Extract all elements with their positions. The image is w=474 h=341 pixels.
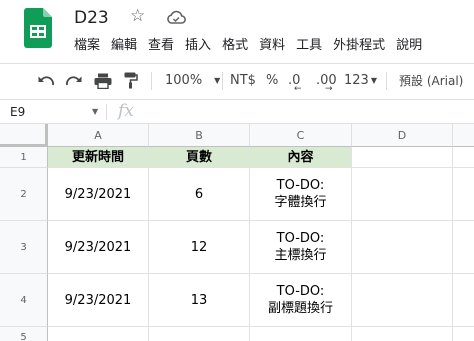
undo-button[interactable] (37, 64, 55, 97)
cell-d4[interactable] (352, 274, 453, 327)
column-header-e[interactable] (453, 124, 474, 147)
paint-format-icon (124, 72, 138, 89)
chevron-down-icon: ▼ (370, 76, 377, 85)
formula-bar-divider (106, 104, 107, 120)
font-select[interactable]: 預設 (Arial) (399, 64, 463, 97)
cell-a1[interactable]: 更新時間 (48, 147, 149, 168)
toolbar: 100% ▼ NT$ % .0 ← .00 → 123 ▼ 預設 (Arial) (0, 63, 474, 97)
cell-c5[interactable] (250, 327, 352, 341)
zoom-value: 100% (165, 73, 203, 88)
cell-c3[interactable]: TO-DO: 主標換行 (250, 221, 352, 274)
menu-insert[interactable]: 插入 (185, 38, 211, 54)
currency-format-button[interactable]: NT$ (230, 64, 256, 97)
paint-format-button[interactable] (124, 64, 138, 97)
row-header-4[interactable]: 4 (0, 274, 48, 327)
redo-button[interactable] (65, 64, 83, 97)
percent-format-button[interactable]: % (266, 64, 278, 97)
formula-bar: E9 ▼ fx (0, 99, 474, 124)
menu-bar: 檔案 編輯 查看 插入 格式 資料 工具 外掛程式 說明 (74, 38, 433, 54)
column-header-d[interactable]: D (352, 124, 453, 147)
select-all-corner[interactable] (0, 124, 48, 147)
toolbar-divider (386, 72, 387, 90)
chevron-down-icon[interactable]: ▼ (92, 107, 98, 116)
cell-a3[interactable]: 9/23/2021 (48, 221, 149, 274)
arrow-right-icon: → (325, 84, 333, 94)
toolbar-divider (222, 72, 223, 90)
cell-b1[interactable]: 頁數 (149, 147, 250, 168)
row-header-3[interactable]: 3 (0, 221, 48, 274)
cell-b5[interactable] (149, 327, 250, 341)
cell-a2[interactable]: 9/23/2021 (48, 168, 149, 221)
cell-e2[interactable] (453, 168, 474, 221)
menu-view[interactable]: 查看 (148, 38, 174, 54)
arrow-left-icon: ← (294, 84, 302, 94)
cell-d2[interactable] (352, 168, 453, 221)
decrease-decimal-button[interactable]: .0 ← (288, 64, 302, 97)
undo-icon (38, 75, 54, 85)
cell-c1[interactable]: 內容 (250, 147, 352, 168)
row-header-2[interactable]: 2 (0, 168, 48, 221)
cell-b3[interactable]: 12 (149, 221, 250, 274)
menu-format[interactable]: 格式 (222, 38, 248, 54)
document-title[interactable]: D23 (74, 8, 109, 28)
zoom-select[interactable]: 100% ▼ (165, 64, 220, 97)
cell-e4[interactable] (453, 274, 474, 327)
toolbar-divider (151, 72, 152, 90)
menu-edit[interactable]: 編輯 (111, 38, 137, 54)
menu-tools[interactable]: 工具 (296, 38, 322, 54)
cell-a4[interactable]: 9/23/2021 (48, 274, 149, 327)
chevron-down-icon: ▼ (214, 76, 221, 85)
increase-decimal-button[interactable]: .00 → (316, 64, 337, 97)
print-icon (94, 73, 112, 89)
fx-icon: fx (118, 101, 134, 121)
menu-help[interactable]: 說明 (396, 38, 422, 54)
column-header-b[interactable]: B (149, 124, 250, 147)
more-formats-button[interactable]: 123 ▼ (344, 64, 377, 97)
cell-c2[interactable]: TO-DO: 字體換行 (250, 168, 352, 221)
app-header: D23 ☆ 檔案 編輯 查看 插入 格式 資料 工具 外掛程式 說明 (0, 0, 474, 62)
cloud-status-icon[interactable] (166, 9, 186, 24)
more-formats-label: 123 (344, 73, 369, 88)
row-header-1[interactable]: 1 (0, 147, 48, 168)
menu-file[interactable]: 檔案 (74, 38, 100, 54)
cell-e1[interactable] (453, 147, 474, 168)
sheets-logo-icon[interactable] (24, 8, 52, 48)
cell-d3[interactable] (352, 221, 453, 274)
cell-b4[interactable]: 13 (149, 274, 250, 327)
cell-a5[interactable] (48, 327, 149, 341)
cell-e5[interactable] (453, 327, 474, 341)
cell-e3[interactable] (453, 221, 474, 274)
cell-c4[interactable]: TO-DO: 副標題換行 (250, 274, 352, 327)
row-header-5[interactable]: 5 (0, 327, 48, 341)
spreadsheet-grid: A B C D 1 2 3 4 5 更新時間 頁數 內容 9/23/2021 6… (0, 124, 474, 341)
cell-b2[interactable]: 6 (149, 168, 250, 221)
cell-d5[interactable] (352, 327, 453, 341)
menu-data[interactable]: 資料 (259, 38, 285, 54)
column-header-c[interactable]: C (250, 124, 352, 147)
print-button[interactable] (94, 64, 112, 97)
cell-d1[interactable] (352, 147, 453, 168)
column-header-a[interactable]: A (48, 124, 149, 147)
star-icon[interactable]: ☆ (130, 6, 145, 26)
name-box[interactable]: E9 (10, 105, 25, 119)
redo-icon (66, 75, 82, 85)
menu-addons[interactable]: 外掛程式 (333, 38, 385, 54)
